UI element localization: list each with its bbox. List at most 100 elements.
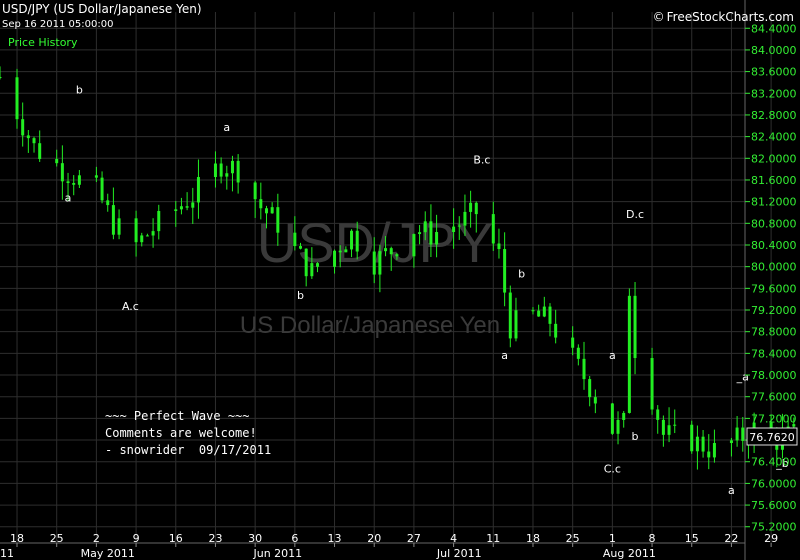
y-tick-label: 76.4000 [751,456,797,469]
x-tick-label: 25 [566,532,580,545]
y-tick-label: 80.0000 [751,261,797,274]
wave-label: b [297,289,304,302]
x-month-label: May 2011 [81,547,135,560]
x-tick-label: 23 [208,532,222,545]
current-price-box: 76.7620 [746,427,798,446]
wave-label: C.c [604,463,621,476]
x-tick-label: 27 [407,532,421,545]
candle-body [151,231,155,236]
candle-body [350,230,354,250]
y-tick-label: 76.0000 [751,477,797,490]
y-tick-label: 81.2000 [751,196,797,209]
wave-label: b [518,268,525,281]
candle-body [384,248,388,252]
x-tick-label: 30 [248,532,262,545]
candle-body [497,243,501,250]
y-tick-label: 82.0000 [751,152,797,165]
candle-body [531,310,535,312]
candle-body [582,358,586,380]
candle-body [106,200,110,206]
candle-body [174,209,178,211]
y-tick-label: 78.4000 [751,347,797,360]
candle-body [21,119,25,136]
candle-body [355,230,359,252]
y-tick-label: 84.0000 [751,44,797,57]
wave-label: A.c [122,300,139,313]
y-tick-label: 80.8000 [751,217,797,230]
comment-box: ~~~ Perfect Wave ~~~ Comments are welcome… [105,408,271,459]
candle-body [610,403,614,434]
candle-body [100,177,104,201]
candle-body [38,143,42,159]
y-tick-label: 79.6000 [751,282,797,295]
candle-body [616,419,620,434]
candle-body [72,183,76,185]
price-chart: USD/JPY US Dollar/Japanese Yen baA.cabB.… [0,0,800,560]
x-tick-label: 11 [486,532,500,545]
x-tick-label: 29 [764,532,778,545]
candle-body [344,249,348,253]
candle-body [571,337,575,348]
x-tick-label: 25 [50,532,64,545]
candle-body [60,163,64,182]
wave-label: D.c [626,208,644,221]
candle-body [435,232,439,245]
candle-body [117,218,121,235]
candle-body [219,163,223,177]
wave-label: a [223,121,230,134]
x-month-label: Aug 2011 [603,547,656,560]
candle-body [412,234,416,257]
wave-label: _a [736,370,749,383]
x-tick-label: 15 [685,532,699,545]
candle-body [179,206,183,210]
candle-body [452,226,456,233]
y-tick-label: 82.4000 [751,131,797,144]
x-tick-label: 22 [724,532,738,545]
watermark-name: US Dollar/Japanese Yen [240,312,500,339]
candle-body [690,424,694,452]
candle-body [588,379,592,398]
candle-body [225,173,229,177]
candle-body [185,206,189,208]
wave-label: a [728,484,735,497]
x-tick-label: 9 [133,532,140,545]
candle-body [145,235,149,237]
candle-body [503,249,507,293]
candle-body [418,232,422,235]
candle-body [253,182,257,200]
candle-body [191,202,195,208]
y-tick-label: 78.8000 [751,326,797,339]
brand-link[interactable]: © FreeStockCharts.com [653,10,794,24]
x-tick-label: 18 [10,532,24,545]
candle-body [55,158,59,164]
x-tick-label: 1 [609,532,616,545]
comment-line: Comments are welcome! [105,426,257,440]
chart-title: USD/JPY (US Dollar/Japanese Yen) [2,2,202,16]
brand-name: FreeStockCharts.com [666,10,794,24]
candle-body [0,77,2,79]
x-tick-label: 8 [649,532,656,545]
candle-body [276,207,280,233]
candle-body [66,181,70,184]
candle-body [429,221,433,245]
wave-label: a [501,349,508,362]
candle-body [514,310,518,339]
candle-body [735,427,739,441]
candle-body [94,175,98,178]
candle-body [299,246,303,249]
candle-body [134,218,138,243]
candle-body [264,208,268,214]
candle-body [661,419,665,435]
y-tick-label: 82.8000 [751,109,797,122]
candle-body [554,323,558,338]
candle-body [741,427,745,441]
candle-body [593,397,597,404]
candle-body [304,248,308,277]
y-tick-label: 77.2000 [751,412,797,425]
candle-body [259,199,263,209]
y-tick-label: 80.4000 [751,239,797,252]
candle-body [729,440,733,444]
wave-label: B.c [473,154,490,167]
candle-body [667,425,671,435]
candle-body [32,138,36,144]
